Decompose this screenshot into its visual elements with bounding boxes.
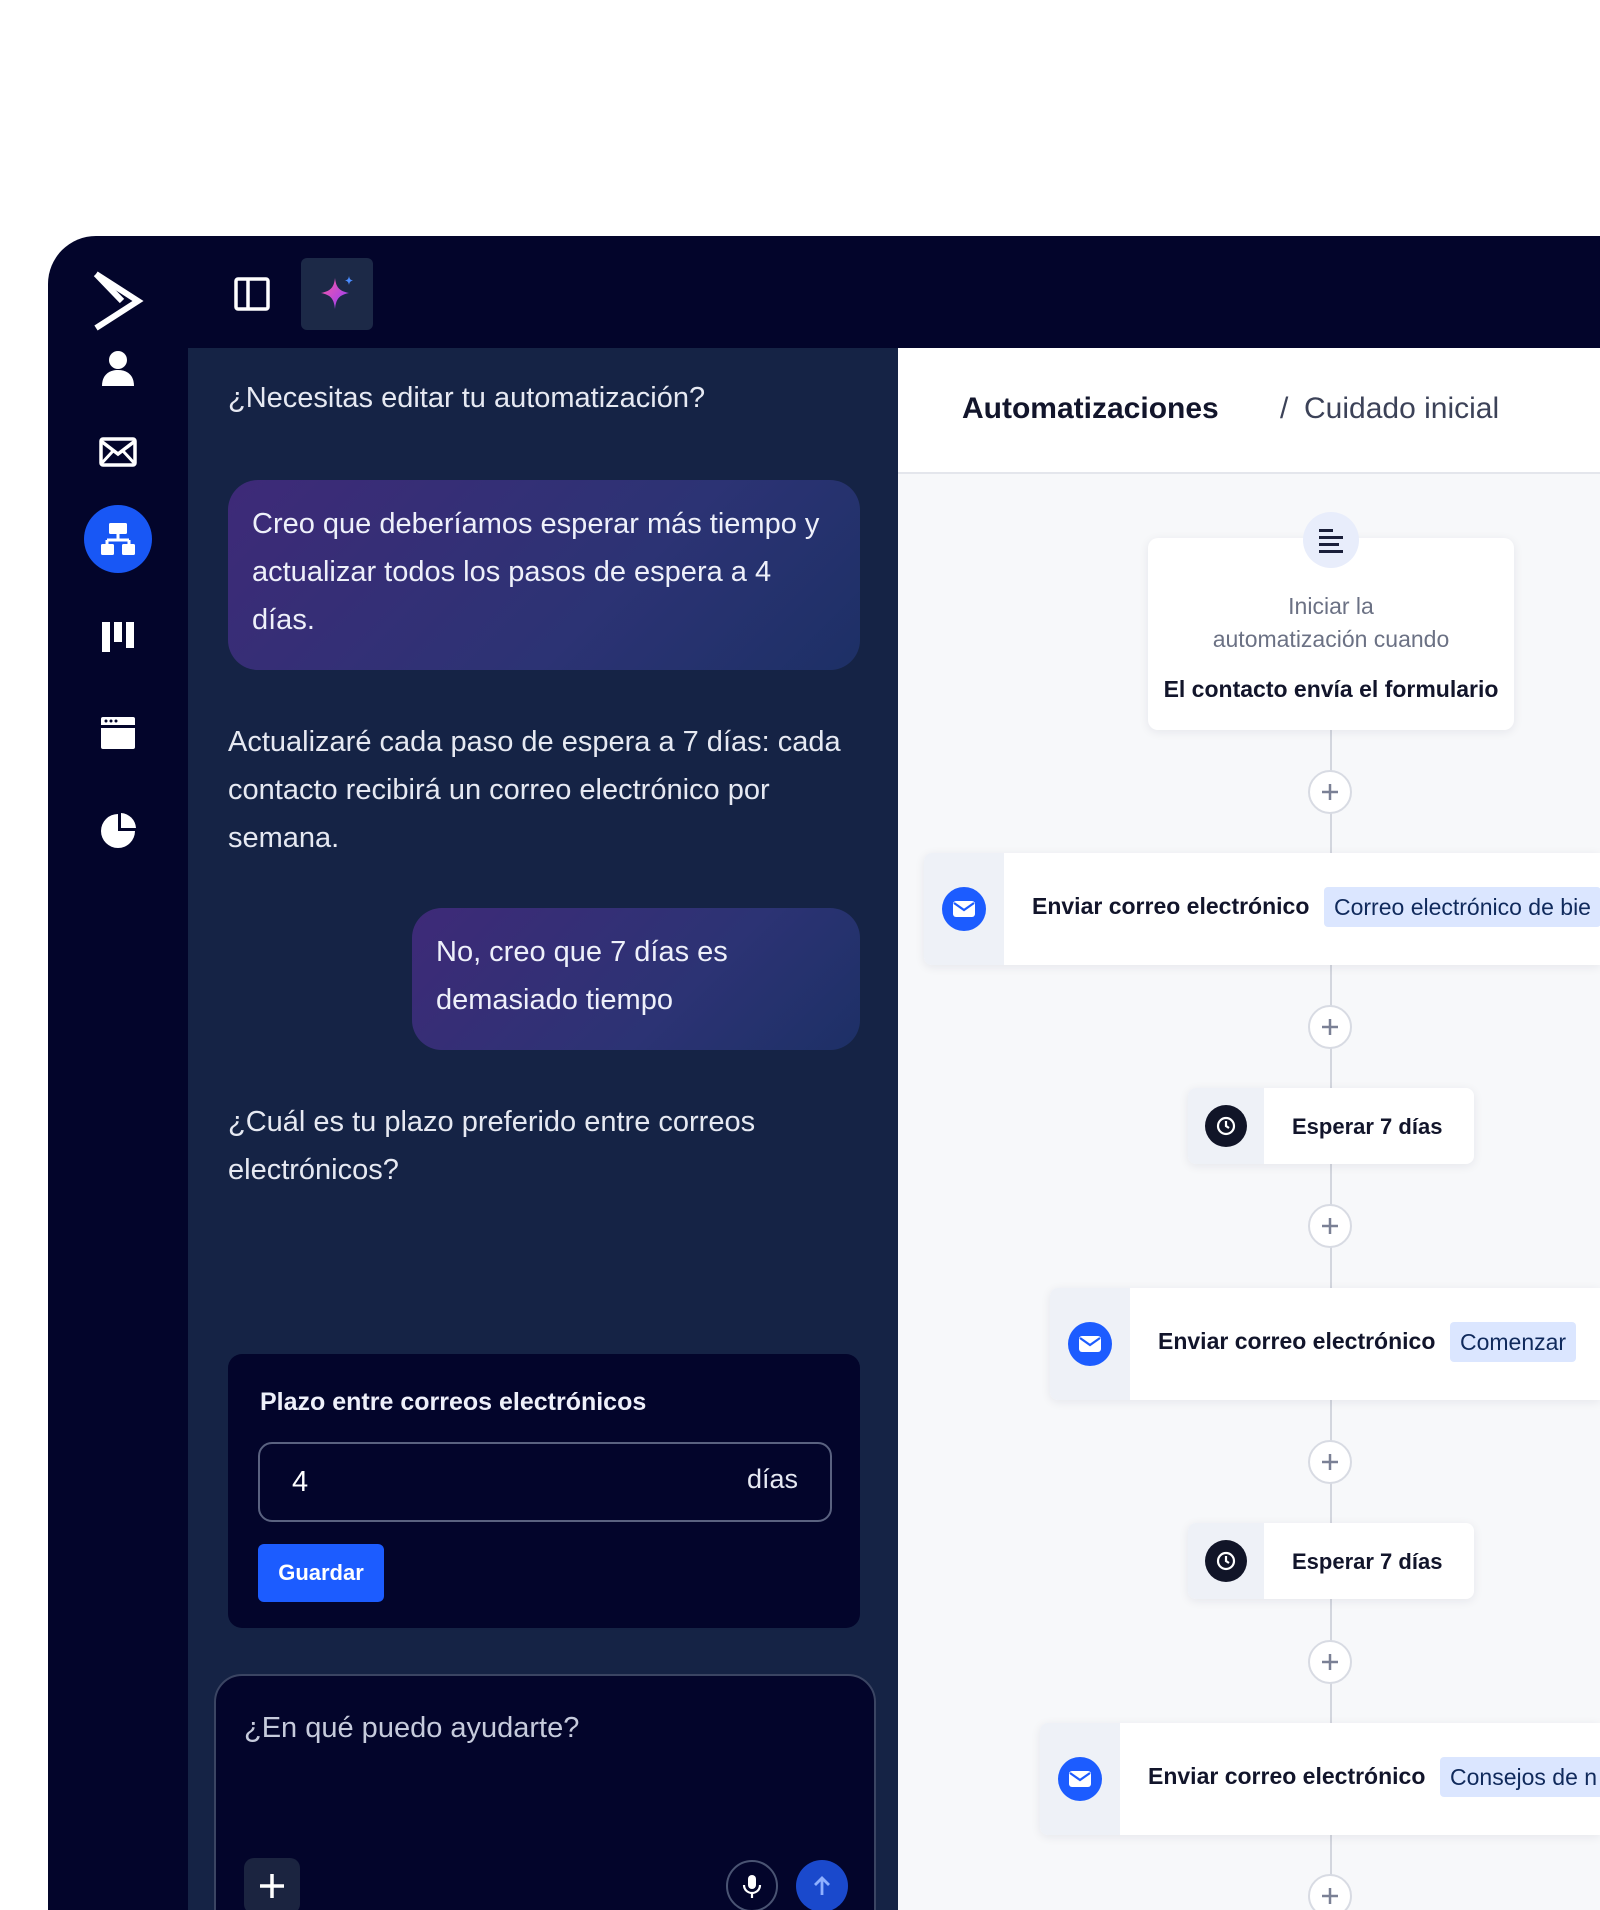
step-label: Enviar correo electrónico [1032, 893, 1310, 919]
wait-step[interactable]: Esperar 7 días [1188, 1088, 1474, 1164]
add-step-button[interactable] [1308, 1005, 1352, 1049]
interval-input[interactable]: 4 días [258, 1442, 832, 1522]
step-icon-cell [1050, 1288, 1130, 1400]
mail-icon [1068, 1322, 1112, 1366]
trigger-condition: El contacto envía el formulario [1163, 676, 1499, 702]
step-icon-cell [1188, 1088, 1264, 1164]
microphone-icon[interactable] [726, 1860, 778, 1910]
sidebar-toggle-icon[interactable] [216, 258, 288, 330]
pipeline-icon[interactable] [84, 602, 152, 670]
step-icon-cell [924, 853, 1004, 965]
user-message-bubble: No, creo que 7 días es demasiado tiempo [412, 908, 860, 1050]
composer-input[interactable]: ¿En qué puedo ayudarte? [244, 1712, 579, 1745]
trigger-description: Iniciar la automatización cuando [1212, 593, 1450, 652]
email-tag[interactable]: Comenzar [1450, 1322, 1577, 1362]
chevron-logo-icon[interactable] [92, 270, 144, 332]
mail-icon [942, 887, 986, 931]
ai-sparkle-icon[interactable] [301, 258, 373, 330]
breadcrumb-root[interactable]: Automatizaciones [962, 392, 1219, 426]
email-tag[interactable]: Consejos de n [1440, 1757, 1600, 1797]
email-tag[interactable]: Correo electrónico de bie [1324, 887, 1600, 927]
interval-form-card: Plazo entre correos electrónicos 4 días … [228, 1354, 860, 1628]
step-icon-cell [1188, 1523, 1264, 1599]
chat-composer[interactable]: ¿En qué puedo ayudarte? [214, 1674, 876, 1910]
ai-chat-panel: ¿Necesitas editar tu automatización? Cre… [188, 348, 898, 1910]
ai-message: ¿Necesitas editar tu automatización? [228, 382, 706, 414]
ai-message: ¿Cuál es tu plazo preferido entre correo… [228, 1106, 756, 1186]
send-email-step[interactable]: Enviar correo electrónico Correo electró… [924, 853, 1600, 965]
user-message-bubble: Creo que deberíamos esperar más tiempo y… [228, 480, 860, 670]
send-email-step[interactable]: Enviar correo electrónico Comenzar [1050, 1288, 1600, 1400]
automation-icon[interactable] [84, 505, 152, 573]
clock-icon [1205, 1540, 1247, 1582]
step-label: Esperar 7 días [1292, 1114, 1443, 1139]
clock-icon [1205, 1105, 1247, 1147]
app-window: ¿Necesitas editar tu automatización? Cre… [48, 236, 1600, 1910]
website-icon[interactable] [84, 699, 152, 767]
reports-icon[interactable] [84, 797, 152, 865]
step-label: Enviar correo electrónico [1158, 1328, 1436, 1354]
add-step-button[interactable] [1308, 1204, 1352, 1248]
add-step-button[interactable] [1308, 1874, 1352, 1910]
trigger-card[interactable]: Iniciar la automatización cuando El cont… [1148, 512, 1514, 730]
add-step-button[interactable] [1308, 1640, 1352, 1684]
send-arrow-icon[interactable] [796, 1860, 848, 1910]
breadcrumb-separator: / [1280, 392, 1289, 425]
interval-value[interactable]: 4 [292, 1466, 308, 1499]
breadcrumb: Automatizaciones / Cuidado inicial [898, 348, 1600, 474]
interval-unit: días [746, 1464, 798, 1494]
breadcrumb-current: Cuidado inicial [1304, 392, 1500, 425]
attach-plus-icon[interactable] [244, 1858, 300, 1910]
left-nav [48, 236, 188, 1910]
step-label: Esperar 7 días [1292, 1549, 1443, 1574]
step-label: Enviar correo electrónico [1148, 1763, 1426, 1789]
automation-canvas: Automatizaciones / Cuidado inicial Inici… [898, 348, 1600, 1910]
step-icon-cell [1040, 1723, 1120, 1835]
interval-label: Plazo entre correos electrónicos [260, 1388, 647, 1416]
add-step-button[interactable] [1308, 770, 1352, 814]
form-icon [1303, 512, 1359, 568]
save-button[interactable]: Guardar [258, 1544, 384, 1602]
mail-icon[interactable] [84, 418, 152, 486]
contacts-icon[interactable] [84, 334, 152, 402]
add-step-button[interactable] [1308, 1440, 1352, 1484]
send-email-step[interactable]: Enviar correo electrónico Consejos de n [1040, 1723, 1600, 1835]
ai-message: Actualizaré cada paso de espera a 7 días… [228, 726, 841, 854]
mail-icon [1058, 1757, 1102, 1801]
wait-step[interactable]: Esperar 7 días [1188, 1523, 1474, 1599]
